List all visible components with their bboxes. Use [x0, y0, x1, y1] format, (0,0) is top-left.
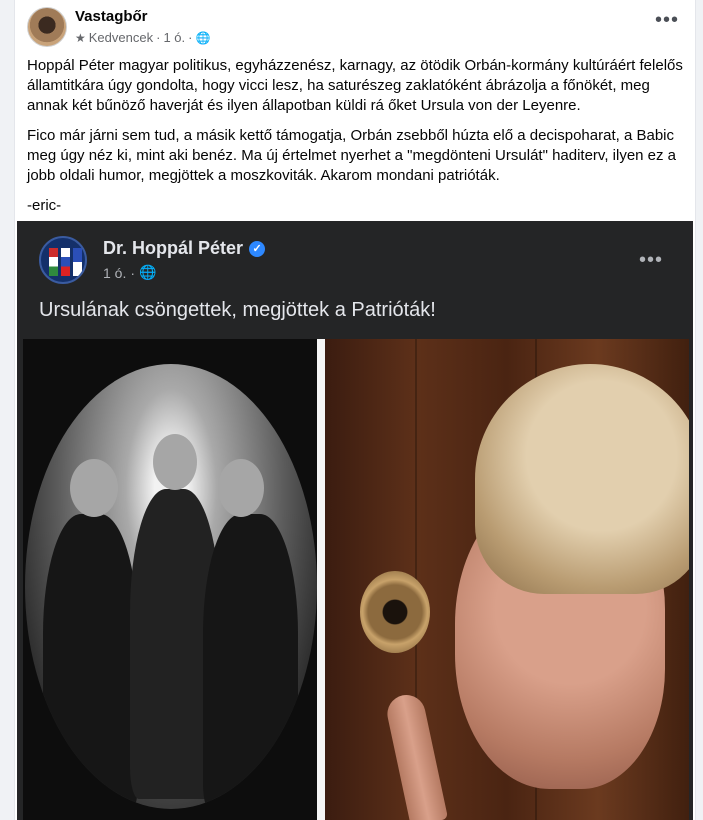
- image-divider: [317, 339, 325, 820]
- meta-separator: ·: [156, 30, 161, 45]
- post-header: Vastagbőr ★ Kedvencek · 1 ó. · 🌐 •••: [15, 0, 695, 52]
- author-avatar[interactable]: [27, 7, 67, 47]
- globe-icon[interactable]: 🌐: [195, 31, 210, 45]
- door-peephole: [360, 571, 430, 653]
- audience-label[interactable]: Kedvencek: [89, 30, 153, 45]
- person-face: [153, 434, 197, 490]
- verified-badge-icon: ✓: [249, 240, 266, 257]
- post-meta: ★ Kedvencek · 1 ó. · 🌐: [75, 30, 210, 45]
- post-body: Hoppál Péter magyar politikus, egyházzen…: [27, 56, 683, 226]
- shared-post-text: Ursulának csöngettek, megjöttek a Patrió…: [39, 299, 436, 321]
- woman-hair: [475, 364, 689, 594]
- meta-separator: ·: [130, 264, 136, 281]
- shared-post-meta: 1 ó. · 🌐: [103, 264, 156, 281]
- facebook-post: Vastagbőr ★ Kedvencek · 1 ó. · 🌐 ••• Hop…: [14, 0, 696, 820]
- favorites-star-icon: ★: [75, 30, 86, 45]
- door-photo: [325, 339, 689, 820]
- shared-author-name-row: Dr. Hoppál Péter ✓: [103, 238, 266, 259]
- globe-icon: 🌐: [139, 264, 157, 280]
- person-figure: [203, 514, 298, 809]
- post-signature: -eric-: [27, 197, 62, 214]
- meta-separator: ·: [188, 30, 193, 45]
- person-face: [70, 459, 118, 517]
- person-face: [218, 459, 264, 517]
- peephole-photo: [23, 339, 317, 820]
- shared-more-icon: •••: [638, 249, 663, 271]
- peephole-view: [25, 364, 317, 809]
- more-options-button[interactable]: •••: [655, 10, 679, 30]
- post-time[interactable]: 1 ó.: [163, 30, 185, 45]
- collage-photo: [23, 339, 689, 820]
- shared-post-image[interactable]: Dr. Hoppál Péter ✓ 1 ó. · 🌐 ••• Ursulána…: [17, 221, 693, 820]
- person-figure: [43, 514, 138, 809]
- post-paragraph: Hoppál Péter magyar politikus, egyházzen…: [27, 57, 683, 114]
- shared-post-time: 1 ó.: [103, 264, 127, 281]
- author-name[interactable]: Vastagbőr: [75, 8, 148, 25]
- shared-author-avatar: [39, 236, 87, 284]
- shared-author-name: Dr. Hoppál Péter: [103, 238, 244, 258]
- post-paragraph: Fico már járni sem tud, a másik kettő tá…: [27, 127, 677, 184]
- finger: [383, 691, 449, 820]
